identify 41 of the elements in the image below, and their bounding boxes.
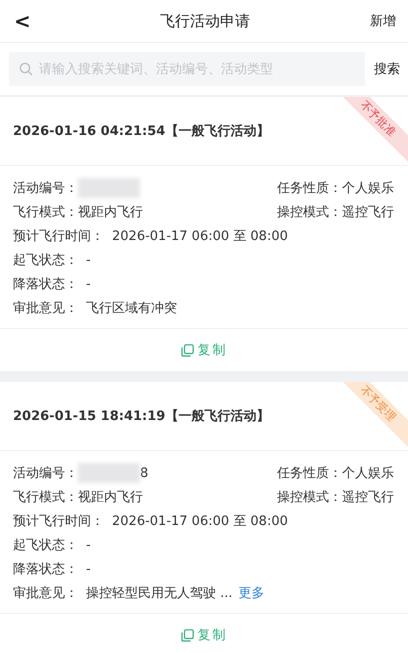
field-value: 飞行区域有冲突	[86, 300, 177, 317]
field-label: 起飞状态：	[13, 537, 78, 554]
field-label: 飞行模式：	[13, 204, 78, 221]
field-label: 活动编号：	[13, 180, 78, 197]
copy-icon	[180, 628, 194, 642]
field-label: 任务性质：	[277, 180, 342, 197]
field-value: 操控轻型民用无人驾驶 ...	[86, 585, 233, 602]
field-label: 飞行模式：	[13, 489, 78, 506]
more-link[interactable]: 更多	[238, 584, 265, 602]
card-title: 2026-01-15 18:41:19【一般飞行活动】	[13, 408, 270, 425]
search-icon	[19, 62, 33, 76]
field-value: 个人娱乐	[342, 180, 394, 197]
field-label: 预计飞行时间：	[13, 513, 104, 530]
field-value: -	[86, 538, 91, 552]
field-value: -	[86, 562, 91, 576]
field-label: 操控模式：	[277, 204, 342, 221]
field-value: 遥控飞行	[342, 489, 394, 506]
field-value: 个人娱乐	[342, 465, 394, 482]
search-button[interactable]: 搜索	[374, 60, 400, 78]
field-value: 8	[140, 466, 148, 480]
add-button[interactable]: 新增	[356, 12, 396, 30]
field-label: 审批意见：	[13, 300, 78, 317]
field-value: -	[86, 276, 91, 292]
field-label: 预计飞行时间：	[13, 228, 104, 245]
field-label: 操控模式：	[277, 489, 342, 506]
field-value: 2026-01-17 06:00 至 08:00	[112, 228, 288, 245]
field-value: 2026-01-17 06:00 至 08:00	[112, 513, 288, 530]
field-label: 起飞状态：	[13, 252, 78, 269]
field-label: 任务性质：	[277, 465, 342, 482]
field-label: 降落状态：	[13, 276, 78, 293]
page-title: 飞行活动申请	[159, 12, 251, 30]
field-value: -	[86, 252, 91, 268]
field-value: 遥控飞行	[342, 204, 394, 221]
field-label: 活动编号：	[13, 465, 78, 482]
card-title: 2026-01-16 04:21:54【一般飞行活动】	[13, 123, 270, 140]
field-label: 审批意见：	[13, 585, 78, 602]
field-label: 降落状态：	[13, 561, 78, 578]
back-button[interactable]: <	[14, 9, 54, 33]
copy-icon	[180, 344, 194, 356]
field-value: 视距内飞行	[78, 204, 143, 221]
field-value: 视距内飞行	[78, 489, 143, 506]
